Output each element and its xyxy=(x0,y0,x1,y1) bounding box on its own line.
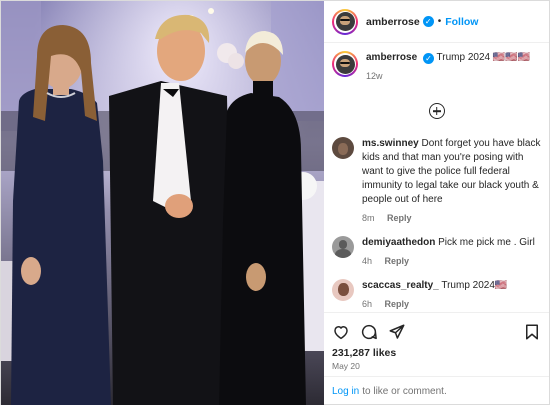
post-image xyxy=(1,1,324,405)
comment: ms.swinney Dont forget you have black ki… xyxy=(332,137,541,225)
commenter-avatar[interactable] xyxy=(332,137,354,159)
post-date: May 20 xyxy=(332,361,360,371)
comment-text: Trump 2024🇺🇸 xyxy=(441,280,508,291)
login-link[interactable]: Log in xyxy=(332,386,359,397)
comment-age: 6h xyxy=(362,299,373,309)
heart-icon[interactable] xyxy=(332,323,350,341)
comment-age: 4h xyxy=(362,256,373,266)
reply-button[interactable]: Reply xyxy=(385,299,410,309)
post-sidebar: amberrose ✓ • Follow amberrose ✓ Trump 2… xyxy=(324,1,549,405)
instagram-post: amberrose ✓ • Follow amberrose ✓ Trump 2… xyxy=(0,0,550,405)
caption-avatar[interactable] xyxy=(332,51,358,77)
comment-text: Pick me pick me . Girl xyxy=(438,237,535,248)
commenter-avatar[interactable] xyxy=(332,236,354,258)
comment-username[interactable]: demiyaathedon xyxy=(362,237,435,248)
commenter-avatar[interactable] xyxy=(332,279,354,301)
follow-button[interactable]: Follow xyxy=(445,16,478,28)
comment: demiyaathedon Pick me pick me . Girl 4h … xyxy=(332,236,541,268)
separator: • xyxy=(437,16,442,27)
post-actions: 231,287 likes May 20 xyxy=(324,312,549,376)
comment-username[interactable]: ms.swinney xyxy=(362,138,419,149)
comments-section: amberrose ✓ Trump 2024 🇺🇸🇺🇸🇺🇸 12w ms.swi… xyxy=(324,43,549,312)
caption: amberrose ✓ Trump 2024 🇺🇸🇺🇸🇺🇸 12w xyxy=(332,51,541,83)
reply-button[interactable]: Reply xyxy=(387,213,412,223)
comment-username[interactable]: scaccas_realty_ xyxy=(362,280,439,291)
post-photo[interactable] xyxy=(1,1,324,405)
comment-age: 8m xyxy=(362,213,375,223)
load-more-plus-icon[interactable] xyxy=(428,103,445,119)
post-header: amberrose ✓ • Follow xyxy=(324,1,549,43)
bookmark-icon[interactable] xyxy=(523,323,541,341)
likes-count[interactable]: 231,287 likes xyxy=(332,347,541,359)
caption-text: Trump 2024 🇺🇸🇺🇸🇺🇸 xyxy=(436,52,531,63)
author-avatar[interactable] xyxy=(332,8,358,35)
login-text: to like or comment. xyxy=(362,386,447,397)
caption-username[interactable]: amberrose xyxy=(366,52,417,63)
share-icon[interactable] xyxy=(388,323,406,341)
login-prompt: Log in to like or comment. xyxy=(324,376,549,405)
caption-age: 12w xyxy=(366,71,383,81)
verified-badge-icon: ✓ xyxy=(422,16,434,27)
verified-badge-icon: ✓ xyxy=(422,53,434,64)
comment-icon[interactable] xyxy=(360,323,378,341)
reply-button[interactable]: Reply xyxy=(385,256,410,266)
author-username[interactable]: amberrose xyxy=(366,16,420,28)
comment: scaccas_realty_ Trump 2024🇺🇸 6h Reply xyxy=(332,279,541,311)
